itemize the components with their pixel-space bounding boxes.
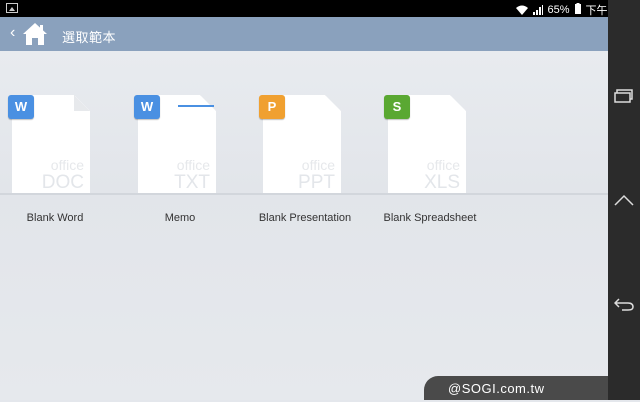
navigation-bar	[608, 0, 640, 400]
template-blank-spreadsheet[interactable]: office XLS S	[384, 95, 466, 193]
home-nav-icon[interactable]	[608, 180, 640, 220]
spreadsheet-icon: S	[384, 95, 410, 119]
page-fold	[74, 95, 90, 111]
template-label[interactable]: Memo	[110, 212, 250, 224]
file-extension: PPT	[298, 172, 335, 193]
battery-percent: 65%	[547, 4, 570, 16]
app-bar: ‹ 選取範本	[0, 17, 608, 51]
shelf-divider	[0, 193, 608, 195]
battery-icon	[574, 3, 581, 17]
back-nav-icon[interactable]	[608, 284, 640, 324]
office-watermark: office	[50, 157, 84, 173]
office-watermark: office	[176, 157, 210, 173]
office-watermark: office	[426, 157, 460, 173]
status-bar: 65% 下午 6:19	[0, 0, 640, 17]
memo-line	[178, 105, 214, 107]
signal-icon	[532, 5, 543, 15]
template-blank-presentation[interactable]: office PPT P	[259, 95, 341, 193]
template-label[interactable]: Blank Word	[0, 212, 125, 224]
file-extension: TXT	[174, 172, 210, 193]
word-icon: W	[8, 95, 34, 119]
site-watermark: @SOGI.com.tw	[424, 376, 608, 400]
powerpoint-icon: P	[259, 95, 285, 119]
template-label[interactable]: Blank Presentation	[235, 212, 375, 224]
gallery-notification-icon	[6, 3, 18, 13]
page-title: 選取範本	[62, 30, 117, 45]
office-watermark: office	[301, 157, 335, 173]
recent-apps-icon[interactable]	[608, 76, 640, 116]
chevron-left-icon[interactable]: ‹	[10, 25, 15, 41]
template-label[interactable]: Blank Spreadsheet	[360, 212, 500, 224]
file-extension: XLS	[424, 172, 460, 193]
template-memo[interactable]: office TXT W	[134, 95, 216, 193]
word-icon: W	[134, 95, 160, 119]
home-icon[interactable]	[22, 22, 48, 51]
template-blank-word[interactable]: office DOC W	[8, 95, 90, 193]
file-extension: DOC	[41, 172, 84, 193]
wifi-icon	[515, 5, 528, 15]
template-gallery: office DOC W Blank Word office TXT W Mem…	[0, 51, 608, 400]
